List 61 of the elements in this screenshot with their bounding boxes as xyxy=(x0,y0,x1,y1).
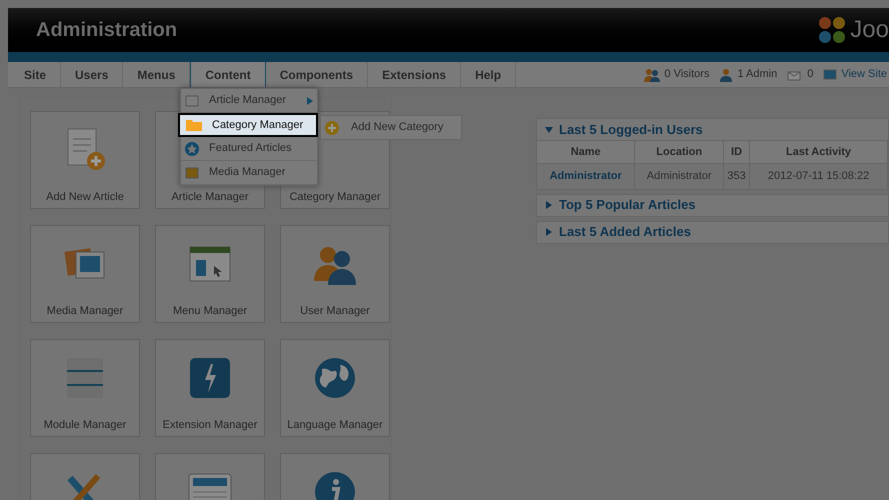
submenu-item[interactable]: Add New Category xyxy=(321,116,461,139)
lightning-icon xyxy=(189,357,231,399)
status-count: 0 Visitors xyxy=(664,67,710,82)
menu-tab[interactable]: Content xyxy=(190,62,266,87)
panel-header[interactable]: Top 5 Popular Articles xyxy=(537,194,888,216)
menu-tab[interactable]: Extensions xyxy=(368,62,462,87)
table-cell: Administrator xyxy=(634,164,724,188)
folder-icon xyxy=(186,119,202,131)
column-header: Last Activity xyxy=(750,140,888,164)
menu-tab[interactable]: Components xyxy=(266,62,368,87)
tile-label: Language Manager xyxy=(287,418,383,433)
caret-down-icon xyxy=(545,126,553,134)
tile-label: Extension Manager xyxy=(162,418,258,433)
quick-icon-tile[interactable]: Module Manager xyxy=(30,339,140,437)
logo-text: Joo xyxy=(850,18,889,42)
quick-icon-tile[interactable]: Menu Manager xyxy=(155,225,265,323)
plus-circle-icon xyxy=(325,120,339,134)
envelope-icon xyxy=(787,68,804,80)
stacked-bars-icon xyxy=(65,356,105,400)
quick-icon-tile[interactable]: Language Manager xyxy=(280,339,390,437)
tile-label: User Manager xyxy=(300,304,370,319)
tile-label: Module Manager xyxy=(44,418,126,433)
column-header: ID xyxy=(724,140,750,164)
tile-label: Menu Manager xyxy=(173,304,247,319)
tile-label: Article Manager xyxy=(171,190,249,205)
admin-title: Administration xyxy=(36,18,178,43)
user-icon xyxy=(719,68,734,82)
monitor-icon xyxy=(823,68,838,80)
panel-header[interactable]: Last 5 Added Articles xyxy=(537,222,888,242)
quick-icon-tile[interactable]: Extension Manager xyxy=(155,339,265,437)
tile-label: Media Manager xyxy=(46,304,124,319)
menu-tab[interactable]: Site xyxy=(10,62,62,87)
dropdown-item[interactable]: Featured Articles xyxy=(181,137,317,161)
document-icon xyxy=(187,472,233,500)
users-icon xyxy=(644,68,660,82)
star-icon xyxy=(185,142,199,156)
tile-label: Add New Article xyxy=(46,190,124,205)
panel-header[interactable]: Last 5 Logged-in Users xyxy=(537,119,888,140)
status-count: 0 xyxy=(807,67,814,82)
tile-label: Category Manager xyxy=(289,190,381,205)
view-site-link[interactable]: View Site xyxy=(841,66,887,83)
globe-icon xyxy=(314,357,356,399)
column-header: Location xyxy=(634,140,724,164)
window-menu-icon xyxy=(188,244,232,284)
caret-right-icon xyxy=(545,201,553,209)
table-cell: 2012-07-11 15:08:22 xyxy=(750,164,888,188)
quick-icon-tile[interactable]: Media Manager xyxy=(30,225,140,323)
document-icon xyxy=(185,94,199,108)
menu-tab[interactable]: Users xyxy=(61,62,124,87)
user-name-link[interactable]: Administrator xyxy=(537,164,635,188)
quick-icon-tile[interactable]: Add New Article xyxy=(30,111,140,209)
logo-icon xyxy=(817,15,848,45)
column-header: Name xyxy=(537,140,635,164)
dropdown-item[interactable]: Media Manager xyxy=(181,161,317,185)
quick-icon-tile[interactable]: User Manager xyxy=(280,225,390,323)
dropdown-item[interactable]: Category Manager xyxy=(178,113,318,137)
status-count: 1 Admin xyxy=(737,67,778,82)
caret-right-icon xyxy=(545,228,553,236)
menu-tab[interactable]: Help xyxy=(461,62,516,87)
picture-icon xyxy=(185,166,199,180)
table-cell: 353 xyxy=(724,164,750,188)
